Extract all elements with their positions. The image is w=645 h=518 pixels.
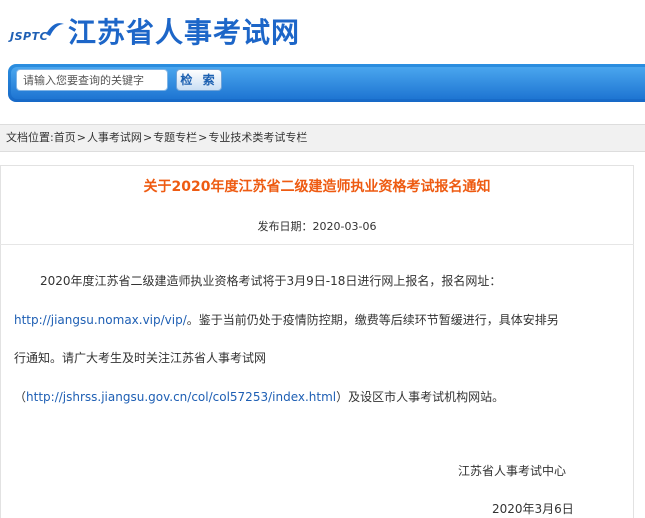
breadcrumb: 文档位置:首页>人事考试网>专题专栏>专业技术类考试专栏 [0,124,645,152]
publish-date-label: 发布日期： [257,220,313,233]
article-text: ）及设区市人事考试机构网站。 [336,390,505,404]
article-title: 关于2020年度江苏省二级建造师执业资格考试报名通知 [143,179,491,195]
breadcrumb-exam-site[interactable]: 人事考试网 [87,131,142,144]
breadcrumb-separator: > [76,131,86,144]
publish-date: 发布日期：2020-03-06 [0,218,634,234]
breadcrumb-prefix: 文档位置: [6,131,54,144]
hrss-link[interactable]: http://jshrss.jiangsu.gov.cn/col/col5725… [26,390,336,404]
logo-swoosh-icon [46,23,64,36]
title-divider [0,244,634,245]
search-input[interactable] [16,69,168,91]
breadcrumb-separator: > [198,131,208,144]
search-button[interactable]: 检 索 [176,69,222,91]
breadcrumb-home[interactable]: 首页 [54,131,76,144]
article-signature: 江苏省人事考试中心 [458,464,567,478]
article-paragraph-line: 行通知。请广大考生及时关注江苏省人事考试网 [14,351,267,365]
article-text: 。鉴于当前仍处于疫情防控期，缴费等后续环节暂缓进行，具体安排另 [186,313,559,327]
breadcrumb-professional-exams[interactable]: 专业技术类考试专栏 [208,131,307,144]
article-sign-date: 2020年3月6日 [492,502,574,516]
site-logo-text[interactable]: JSPTC [10,30,48,43]
breadcrumb-separator: > [142,131,153,144]
article-paragraph-line: 2020年度江苏省二级建造师执业资格考试将于3月9日-18日进行网上报名，报名网… [40,274,502,288]
article-paragraph-line: http://jiangsu.nomax.vip/vip/。鉴于当前仍处于疫情防… [14,311,559,328]
site-title[interactable]: 江苏省人事考试网 [68,16,300,50]
article-paragraph-line: （http://jshrss.jiangsu.gov.cn/col/col572… [14,388,504,405]
article-text: （ [14,390,27,404]
publish-date-value: 2020-03-06 [312,220,377,233]
registration-link[interactable]: http://jiangsu.nomax.vip/vip/ [14,313,187,327]
breadcrumb-topics[interactable]: 专题专栏 [153,131,197,144]
site-header: JSPTC 江苏省人事考试网 [0,0,645,64]
